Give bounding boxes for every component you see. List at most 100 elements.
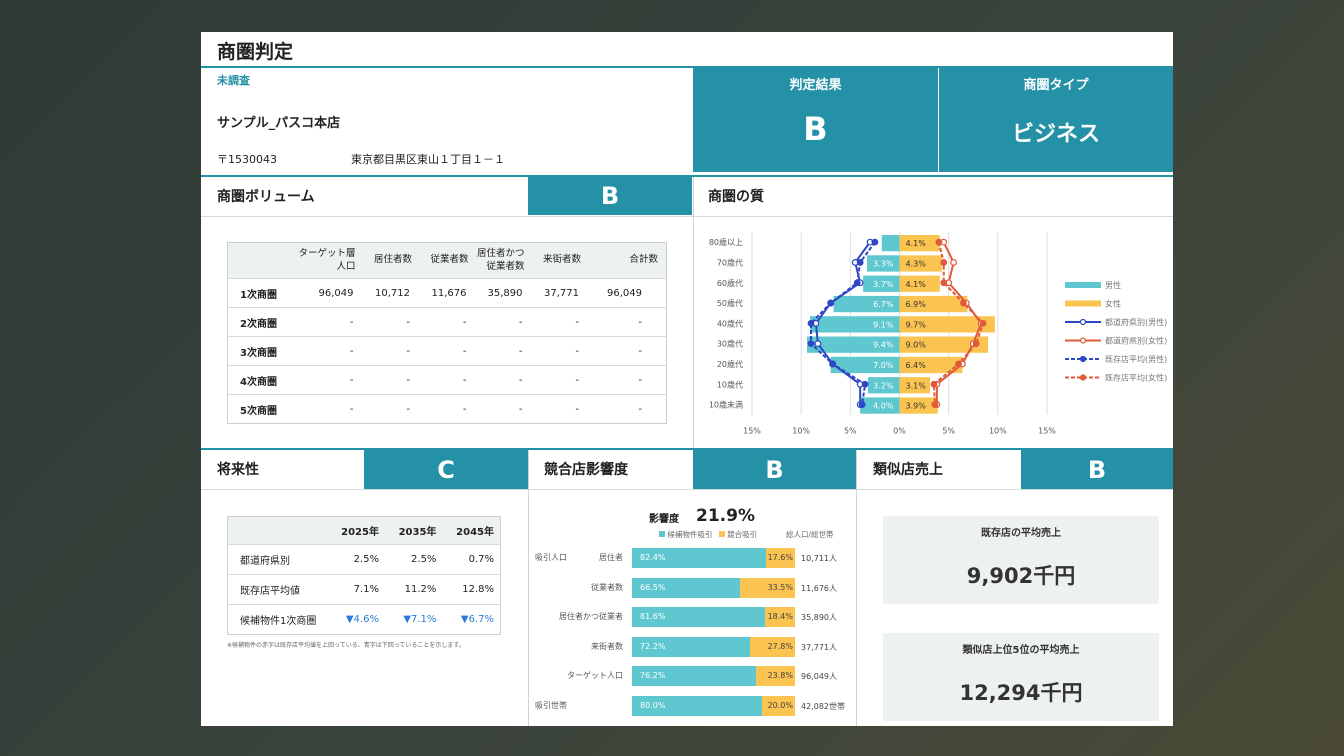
legend-marker bbox=[1079, 337, 1087, 344]
legend-marker bbox=[1079, 355, 1087, 363]
age-category-label: 40歳代 bbox=[717, 318, 743, 328]
table-cell: - bbox=[287, 365, 358, 395]
competition-row-label: 従業者数 bbox=[591, 582, 623, 592]
store-male-line-marker bbox=[827, 299, 835, 307]
x-tick-label: 15% bbox=[1038, 427, 1056, 436]
postal-code: 〒1530043 bbox=[217, 153, 277, 166]
legend-swatch-candidate bbox=[659, 531, 665, 537]
judgement-value: B bbox=[803, 110, 828, 148]
row-label: 4次商圏 bbox=[227, 365, 288, 395]
competition-bars: 吸引人口 居住者 82.4% 17.6% 10,711人 従業者数 66.5% 33.5% 11… bbox=[529, 548, 857, 726]
age-category-label: 80歳以上 bbox=[709, 237, 743, 247]
female-value-label: 4.3% bbox=[906, 259, 927, 268]
table-cell: - bbox=[526, 394, 583, 424]
table-cell: - bbox=[583, 394, 667, 424]
store-male-line-marker bbox=[856, 259, 864, 266]
table-row: 既存店平均値 7.1% 11.2% 12.8% bbox=[227, 574, 501, 605]
competition-row: 吸引世帯 80.0% 20.0% 42,082世帯 bbox=[529, 695, 857, 716]
table-cell: - bbox=[583, 365, 667, 395]
age-category-label: 10歳代 bbox=[717, 379, 743, 389]
table-cell: - bbox=[357, 365, 414, 395]
future-grade: C bbox=[364, 450, 528, 489]
candidate-share-bar: 72.2% bbox=[632, 636, 750, 657]
competitor-share-bar: 20.0% bbox=[762, 695, 795, 716]
competition-row-label: 居住者 bbox=[599, 553, 623, 562]
male-bar bbox=[881, 235, 900, 252]
store-male-line-marker bbox=[871, 238, 879, 246]
legend-swatch bbox=[1065, 300, 1101, 307]
store-female-line-marker bbox=[979, 319, 987, 327]
table-header bbox=[227, 516, 328, 545]
table-cell: - bbox=[583, 336, 667, 366]
table-cell: - bbox=[357, 307, 414, 337]
competition-row-label: 来街者数 bbox=[591, 641, 623, 651]
male-value-label: 3.2% bbox=[873, 381, 894, 390]
store-female-line-marker bbox=[931, 401, 939, 408]
table-header: 合計数 bbox=[583, 242, 667, 279]
store-male-line-marker bbox=[807, 319, 815, 327]
legend-swatch-competitor bbox=[718, 531, 725, 537]
table-cell: - bbox=[287, 307, 358, 337]
age-category-label: 30歳代 bbox=[717, 339, 743, 349]
table-cell: 35,890 bbox=[470, 278, 527, 308]
male-value-label: 3.3% bbox=[873, 259, 894, 268]
top5-sales-value: 12,294千円 bbox=[959, 681, 1083, 705]
table-cell: - bbox=[470, 336, 527, 366]
area-type-label: 商圏タイプ bbox=[1023, 78, 1089, 93]
table-row: 都道府県別 2.5% 2.5% 0.7% bbox=[227, 544, 501, 575]
divider bbox=[529, 489, 856, 490]
competition-bar: 82.4% 17.6% bbox=[632, 548, 795, 568]
table-cell: - bbox=[470, 394, 527, 424]
quality-title: 商圏の質 bbox=[708, 189, 764, 205]
competition-count: 10,711人 bbox=[801, 554, 837, 563]
table-header: 居住者かつ従業者数 bbox=[470, 242, 527, 279]
candidate-share-bar: 82.4% bbox=[632, 548, 767, 568]
legend-marker bbox=[1079, 318, 1087, 326]
table-cell: 12.8% bbox=[442, 574, 501, 605]
competition-row-label: 居住者かつ従業者 bbox=[559, 612, 623, 621]
volume-title: 商圏ボリューム bbox=[217, 189, 315, 205]
table-row: 3次商圏 - - - - - - bbox=[227, 336, 667, 366]
table-cell: 11,676 bbox=[414, 278, 471, 308]
existing-sales-card: 既存店の平均売上 9,902千円 bbox=[883, 516, 1159, 604]
legend-label: 既存店平均(男性) bbox=[1105, 354, 1167, 364]
competition-bar: 66.5% 33.5% bbox=[632, 577, 795, 598]
row-label: 都道府県別 bbox=[227, 544, 328, 575]
competition-row: 吸引人口 居住者 82.4% 17.6% 10,711人 bbox=[529, 548, 857, 568]
table-header: 居住者数 bbox=[357, 242, 414, 279]
status-label: 未調査 bbox=[217, 74, 250, 87]
store-female-line-marker bbox=[940, 259, 948, 266]
male-value-label: 4.0% bbox=[873, 402, 894, 411]
x-tick-label: 15% bbox=[743, 427, 761, 436]
legend-label: 都道府県別(女性) bbox=[1105, 336, 1167, 346]
competitor-share-bar: 17.6% bbox=[766, 548, 795, 568]
judgement-panel: 判定結果 B bbox=[693, 68, 938, 172]
store-name: サンプル_パスコ本店 bbox=[217, 116, 341, 131]
future-note: ※候補物件の赤字は既存店平均値を上回っている、青字は下回っていることを示します。 bbox=[227, 642, 465, 649]
table-header bbox=[227, 242, 288, 279]
volume-table: ターゲット層人口 居住者数 従業者数 居住者かつ従業者数 来街者数 合計数 1次… bbox=[227, 242, 667, 424]
male-value-label: 9.1% bbox=[873, 320, 894, 329]
table-cell: 2.5% bbox=[384, 544, 443, 575]
table-cell: - bbox=[526, 365, 583, 395]
report-sheet: 商圏判定 未調査 サンプル_パスコ本店 〒1530043 東京都目黒区東山１丁目… bbox=[201, 32, 1173, 726]
table-cell: - bbox=[414, 307, 471, 337]
divider bbox=[201, 216, 693, 217]
competition-row: 居住者かつ従業者 81.6% 18.4% 35,890人 bbox=[529, 607, 857, 627]
divider bbox=[856, 450, 857, 726]
table-row: 2次商圏 - - - - - - bbox=[227, 307, 667, 337]
x-tick-label: 10% bbox=[792, 427, 810, 436]
store-female-line-marker bbox=[960, 299, 967, 307]
pref-male-line-marker bbox=[814, 340, 822, 348]
competition-legend: 候補物件吸引 競合吸引 bbox=[659, 529, 757, 540]
table-cell: 96,049 bbox=[287, 278, 358, 308]
legend-marker bbox=[1079, 374, 1087, 381]
count-header: 総人口/総世帯 bbox=[786, 530, 834, 539]
competitor-share-bar: 18.4% bbox=[765, 607, 795, 627]
x-tick-label: 0% bbox=[893, 427, 906, 436]
store-female-line-marker bbox=[972, 340, 980, 348]
female-value-label: 9.7% bbox=[906, 320, 927, 329]
table-header-row: ターゲット層人口 居住者数 従業者数 居住者かつ従業者数 来街者数 合計数 bbox=[227, 242, 667, 279]
competition-group-label: 吸引人口 bbox=[535, 553, 567, 562]
table-header: 来街者数 bbox=[526, 242, 583, 279]
